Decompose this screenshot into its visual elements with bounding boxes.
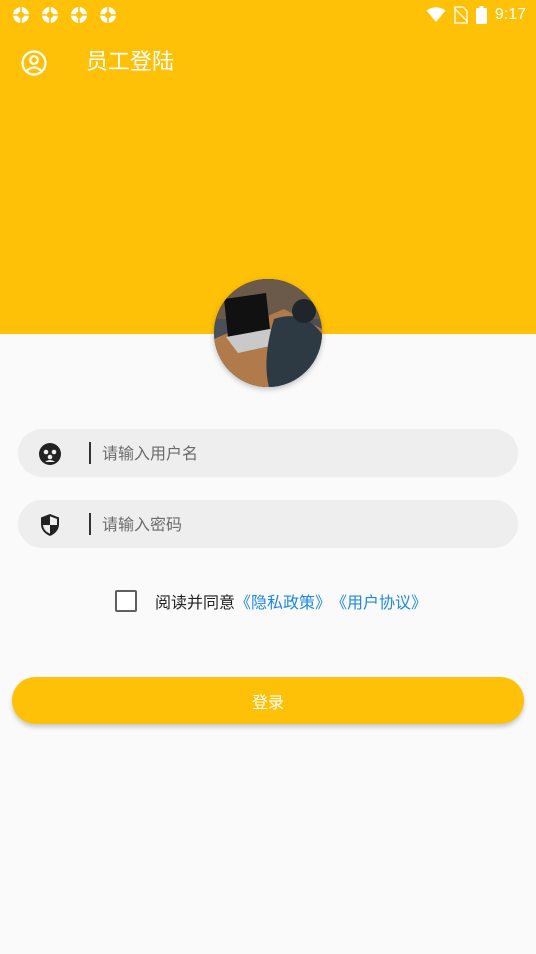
user-group-icon <box>39 443 61 465</box>
battery-icon <box>475 6 487 24</box>
notification-icon <box>100 7 116 23</box>
agreement-row: 阅读并同意 《隐私政策》 《用户协议》 <box>115 589 427 613</box>
shield-icon <box>41 514 59 536</box>
agreement-prefix: 阅读并同意 <box>155 593 236 612</box>
account-circle-icon[interactable] <box>20 49 48 77</box>
field-divider <box>89 513 91 535</box>
password-field[interactable] <box>18 500 518 548</box>
notification-icon <box>13 7 29 23</box>
status-time: 9:17 <box>494 6 526 23</box>
no-sim-icon <box>453 6 468 24</box>
field-divider <box>89 442 91 464</box>
wifi-icon <box>426 7 446 22</box>
login-button[interactable]: 登录 <box>12 677 524 724</box>
username-input[interactable] <box>102 429 502 477</box>
privacy-policy-link[interactable]: 《隐私政策》 <box>235 589 331 613</box>
password-input[interactable] <box>102 500 502 548</box>
agreement-checkbox[interactable] <box>115 590 137 612</box>
status-indicators: 9:17 <box>426 4 526 26</box>
notification-icon <box>71 7 87 23</box>
page-title: 员工登陆 <box>86 50 175 75</box>
avatar <box>214 279 322 387</box>
user-agreement-link[interactable]: 《用户协议》 <box>331 589 427 613</box>
notification-icon <box>42 7 58 23</box>
username-field[interactable] <box>18 429 518 477</box>
person-at-laptop-photo <box>214 279 322 387</box>
status-bar: 9:17 <box>0 0 536 30</box>
